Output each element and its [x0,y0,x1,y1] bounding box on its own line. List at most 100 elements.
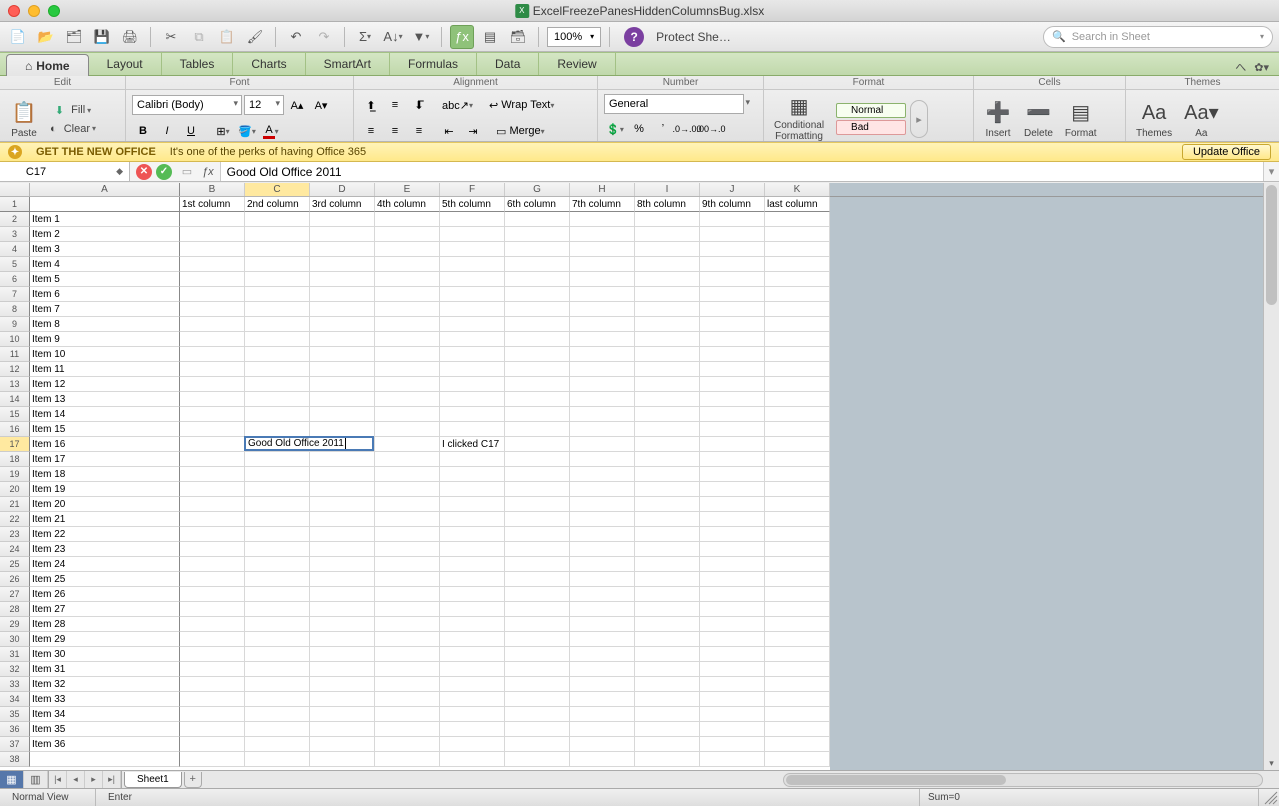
cell-H18[interactable] [570,452,635,467]
row-header-27[interactable]: 27 [0,587,30,602]
cell-E27[interactable] [375,587,440,602]
cell-E14[interactable] [375,392,440,407]
cell-K13[interactable] [765,377,830,392]
col-header-F[interactable]: F [440,183,505,196]
cell-I25[interactable] [635,557,700,572]
cell-B5[interactable] [180,257,245,272]
cell-H12[interactable] [570,362,635,377]
cell-K22[interactable] [765,512,830,527]
cell-G35[interactable] [505,707,570,722]
cell-A12[interactable]: Item 11 [30,362,180,377]
redo-button[interactable]: ↷ [312,25,336,49]
cell-G19[interactable] [505,467,570,482]
cell-F21[interactable] [440,497,505,512]
cell-B26[interactable] [180,572,245,587]
cell-H33[interactable] [570,677,635,692]
align-left-button[interactable]: ≡ [360,120,382,142]
cell-J29[interactable] [700,617,765,632]
cell-I27[interactable] [635,587,700,602]
cell-K4[interactable] [765,242,830,257]
cell-D9[interactable] [310,317,375,332]
cell-G24[interactable] [505,542,570,557]
cell-I38[interactable] [635,752,700,767]
cell-F33[interactable] [440,677,505,692]
row-header-31[interactable]: 31 [0,647,30,662]
zoom-selector[interactable]: 100%▾ [547,27,601,47]
cell-J36[interactable] [700,722,765,737]
cell-G15[interactable] [505,407,570,422]
cell-F17[interactable]: I clicked C17 [440,437,505,452]
row-header-5[interactable]: 5 [0,257,30,272]
cell-C29[interactable] [245,617,310,632]
cell-I24[interactable] [635,542,700,557]
cell-I8[interactable] [635,302,700,317]
cell-J4[interactable] [700,242,765,257]
cell-C26[interactable] [245,572,310,587]
cell-C2[interactable] [245,212,310,227]
cell-A21[interactable]: Item 20 [30,497,180,512]
cell-F35[interactable] [440,707,505,722]
cell-B22[interactable] [180,512,245,527]
cell-K34[interactable] [765,692,830,707]
cell-D12[interactable] [310,362,375,377]
cell-G7[interactable] [505,287,570,302]
cell-J13[interactable] [700,377,765,392]
row-header-28[interactable]: 28 [0,602,30,617]
format-painter-button[interactable]: 🖌 [243,25,267,49]
cell-D19[interactable] [310,467,375,482]
last-sheet-button[interactable]: ▸| [103,771,121,788]
cell-D28[interactable] [310,602,375,617]
font-color-button[interactable]: A [260,120,282,142]
next-sheet-button[interactable]: ▸ [85,771,103,788]
cell-A36[interactable]: Item 35 [30,722,180,737]
cell-A23[interactable]: Item 22 [30,527,180,542]
cell-J35[interactable] [700,707,765,722]
cell-E11[interactable] [375,347,440,362]
name-box[interactable]: ◆ [0,162,130,181]
cell-F12[interactable] [440,362,505,377]
cell-J7[interactable] [700,287,765,302]
cell-K36[interactable] [765,722,830,737]
cell-G17[interactable] [505,437,570,452]
cell-D21[interactable] [310,497,375,512]
row-header-1[interactable]: 1 [0,197,30,212]
cell-E25[interactable] [375,557,440,572]
cell-F19[interactable] [440,467,505,482]
cell-F16[interactable] [440,422,505,437]
cell-F26[interactable] [440,572,505,587]
protect-sheet-button[interactable]: Protect She… [656,30,731,44]
cell-K20[interactable] [765,482,830,497]
cell-J21[interactable] [700,497,765,512]
increase-font-button[interactable]: A▴ [286,94,308,116]
cell-C27[interactable] [245,587,310,602]
cell-E2[interactable] [375,212,440,227]
cell-C21[interactable] [245,497,310,512]
row-header-2[interactable]: 2 [0,212,30,227]
cell-D17[interactable] [310,437,375,452]
cell-A26[interactable]: Item 25 [30,572,180,587]
tab-smartart[interactable]: SmartArt [306,53,390,75]
row-header-7[interactable]: 7 [0,287,30,302]
cell-I23[interactable] [635,527,700,542]
row-header-16[interactable]: 16 [0,422,30,437]
vscroll-thumb[interactable] [1266,185,1277,305]
cell-H22[interactable] [570,512,635,527]
cell-A1[interactable] [30,197,180,212]
cell-F28[interactable] [440,602,505,617]
cell-F15[interactable] [440,407,505,422]
cell-B16[interactable] [180,422,245,437]
cell-D29[interactable] [310,617,375,632]
row-header-14[interactable]: 14 [0,392,30,407]
cell-I32[interactable] [635,662,700,677]
col-header-G[interactable]: G [505,183,570,196]
row-header-26[interactable]: 26 [0,572,30,587]
cell-E8[interactable] [375,302,440,317]
cell-B33[interactable] [180,677,245,692]
decrease-indent-button[interactable]: ⇤ [438,120,460,142]
cell-D37[interactable] [310,737,375,752]
row-header-30[interactable]: 30 [0,632,30,647]
cell-J28[interactable] [700,602,765,617]
cell-K8[interactable] [765,302,830,317]
row-header-3[interactable]: 3 [0,227,30,242]
cell-G25[interactable] [505,557,570,572]
